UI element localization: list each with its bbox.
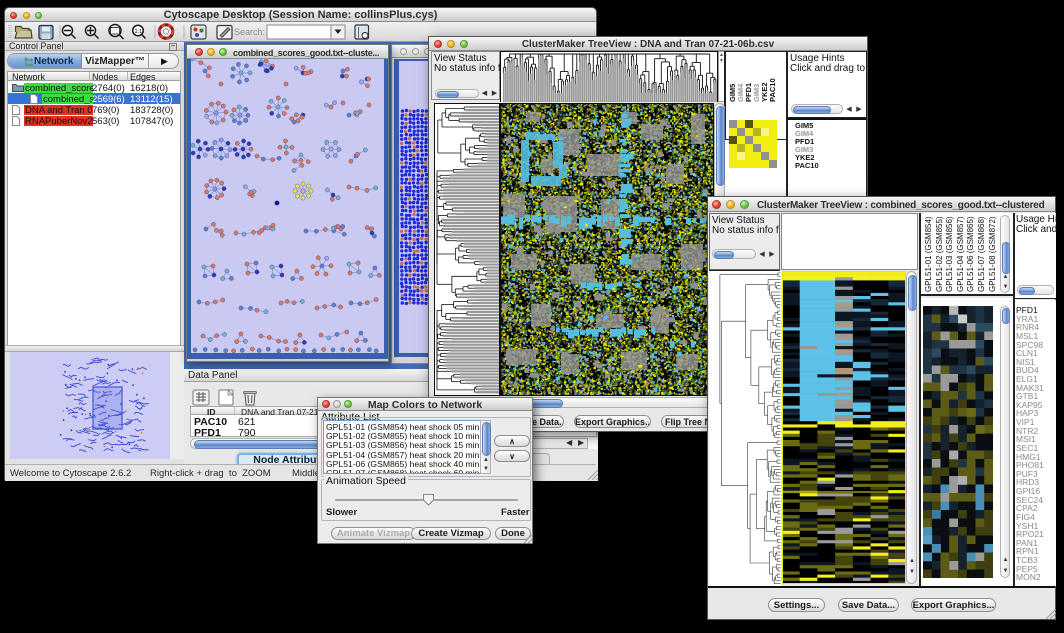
svg-text:1:1: 1:1: [135, 29, 143, 35]
svg-text:Search:: Search:: [234, 27, 265, 37]
